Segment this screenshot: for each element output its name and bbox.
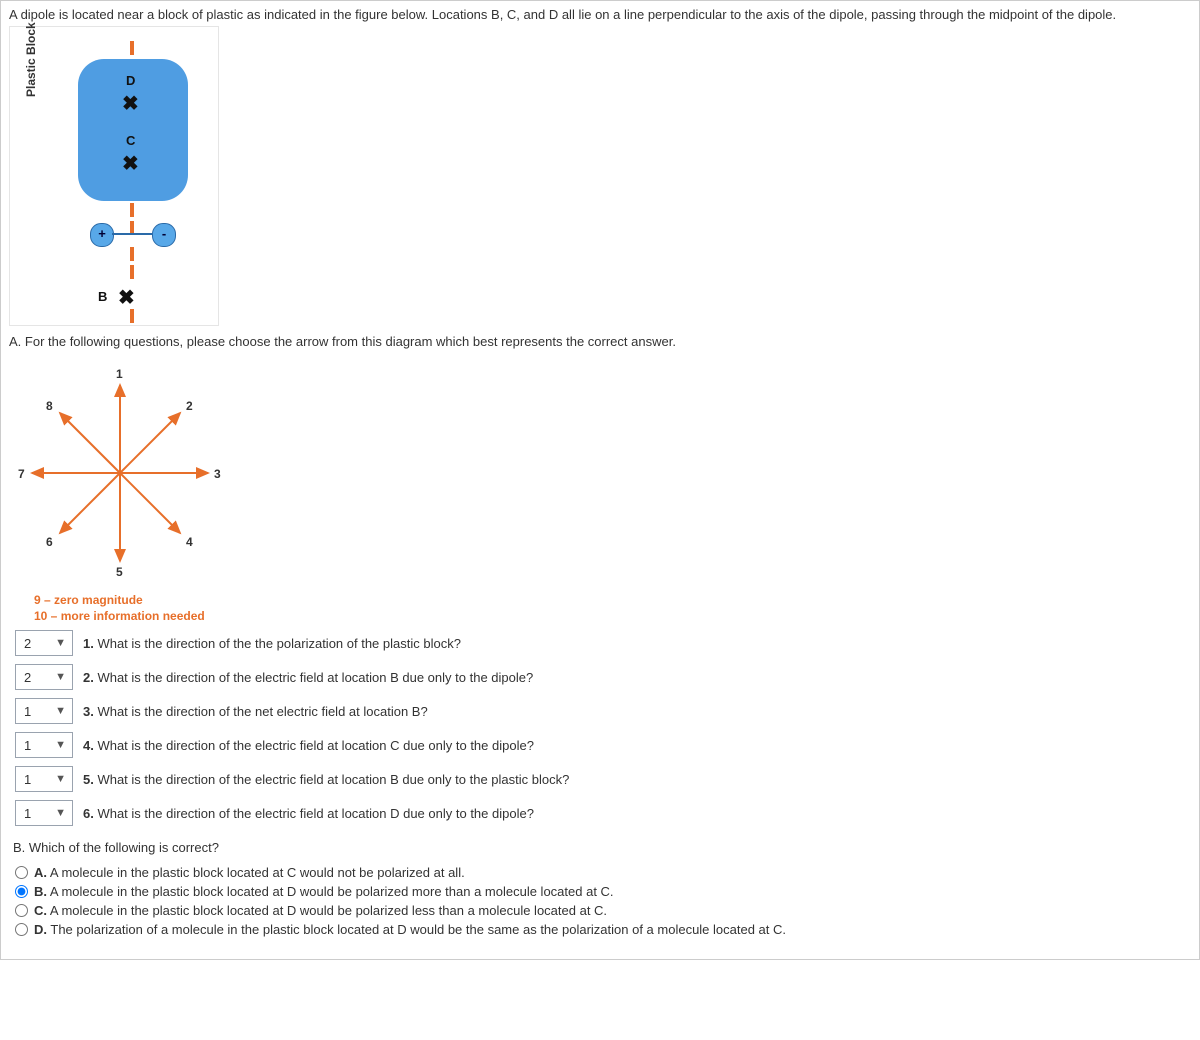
x-mark-c: ✖ — [122, 151, 139, 176]
label-b: B — [98, 289, 107, 304]
option-text: D. The polarization of a molecule in the… — [34, 922, 786, 937]
select-value: 2 — [24, 636, 31, 651]
option-b[interactable]: B. A molecule in the plastic block locat… — [15, 884, 1191, 899]
option-key: A. — [34, 865, 47, 880]
label-d: D — [126, 73, 135, 88]
question-text: 2. What is the direction of the electric… — [83, 670, 533, 685]
question-container: A dipole is located near a block of plas… — [0, 0, 1200, 960]
figure-dipole-block: Plastic Block D ✖ C ✖ + - B ✖ — [9, 26, 219, 326]
arrow-label-5: 5 — [116, 565, 123, 579]
question-body: What is the direction of the electric fi… — [94, 738, 534, 753]
option-key: C. — [34, 903, 47, 918]
select-value: 1 — [24, 704, 31, 719]
dash-segment — [130, 309, 134, 323]
question-body: What is the direction of the net electri… — [94, 704, 428, 719]
arrow-label-7: 7 — [18, 467, 25, 481]
legend-9: 9 – zero magnitude — [10, 593, 143, 607]
question-text: 1. What is the direction of the the pola… — [83, 636, 461, 651]
select-q6[interactable]: 1 ▼ — [15, 800, 73, 826]
question-text: 6. What is the direction of the electric… — [83, 806, 534, 821]
chevron-down-icon: ▼ — [55, 637, 66, 649]
select-q5[interactable]: 1 ▼ — [15, 766, 73, 792]
arrow-label-6: 6 — [46, 535, 53, 549]
question-row-2: 2 ▼ 2. What is the direction of the elec… — [15, 664, 1191, 690]
dipole-bar — [112, 233, 152, 235]
question-number: 6. — [83, 806, 94, 821]
arrow-label-2: 2 — [186, 399, 193, 413]
radio-a[interactable] — [15, 866, 28, 879]
dash-segment — [130, 247, 134, 261]
radio-b[interactable] — [15, 885, 28, 898]
arrow-label-4: 4 — [186, 535, 193, 549]
chevron-down-icon: ▼ — [55, 739, 66, 751]
option-key: D. — [34, 922, 47, 937]
select-value: 1 — [24, 772, 31, 787]
x-mark-d: ✖ — [122, 91, 139, 116]
question-row-4: 1 ▼ 4. What is the direction of the elec… — [15, 732, 1191, 758]
select-q1[interactable]: 2 ▼ — [15, 630, 73, 656]
option-body: The polarization of a molecule in the pl… — [47, 922, 786, 937]
question-text: 3. What is the direction of the net elec… — [83, 704, 428, 719]
question-number: 1. — [83, 636, 94, 651]
option-body: A molecule in the plastic block located … — [47, 903, 607, 918]
question-body: What is the direction of the electric fi… — [94, 772, 569, 787]
select-value: 1 — [24, 806, 31, 821]
question-number: 4. — [83, 738, 94, 753]
intro-text: A dipole is located near a block of plas… — [9, 7, 1191, 22]
option-d[interactable]: D. The polarization of a molecule in the… — [15, 922, 1191, 937]
option-text: C. A molecule in the plastic block locat… — [34, 903, 607, 918]
arrow-label-1: 1 — [116, 367, 123, 381]
dash-segment — [130, 265, 134, 279]
select-value: 1 — [24, 738, 31, 753]
question-body: What is the direction of the electric fi… — [94, 670, 533, 685]
question-number: 2. — [83, 670, 94, 685]
radio-c[interactable] — [15, 904, 28, 917]
select-value: 2 — [24, 670, 31, 685]
dash-segment — [130, 41, 134, 55]
question-row-1: 2 ▼ 1. What is the direction of the the … — [15, 630, 1191, 656]
question-body: What is the direction of the the polariz… — [94, 636, 461, 651]
select-q2[interactable]: 2 ▼ — [15, 664, 73, 690]
chevron-down-icon: ▼ — [55, 807, 66, 819]
question-number: 5. — [83, 772, 94, 787]
question-text: 5. What is the direction of the electric… — [83, 772, 569, 787]
arrow-label-3: 3 — [214, 467, 221, 481]
dash-segment — [130, 203, 134, 217]
chevron-down-icon: ▼ — [55, 671, 66, 683]
arrow-label-8: 8 — [46, 399, 53, 413]
section-b-prompt: B. Which of the following is correct? — [13, 840, 1191, 855]
x-mark-b: ✖ — [118, 285, 135, 310]
option-text: A. A molecule in the plastic block locat… — [34, 865, 465, 880]
question-row-6: 1 ▼ 6. What is the direction of the elec… — [15, 800, 1191, 826]
option-text: B. A molecule in the plastic block locat… — [34, 884, 614, 899]
figure-arrow-compass: 1 2 3 4 5 6 7 8 9 – zero magnitude 10 – … — [9, 362, 229, 622]
arrows-svg — [10, 363, 230, 583]
question-row-3: 1 ▼ 3. What is the direction of the net … — [15, 698, 1191, 724]
question-number: 3. — [83, 704, 94, 719]
option-body: A molecule in the plastic block located … — [47, 884, 614, 899]
legend-10: 10 – more information needed — [10, 609, 205, 623]
select-q3[interactable]: 1 ▼ — [15, 698, 73, 724]
question-body: What is the direction of the electric fi… — [94, 806, 534, 821]
question-row-5: 1 ▼ 5. What is the direction of the elec… — [15, 766, 1191, 792]
charge-plus: + — [90, 223, 114, 247]
select-q4[interactable]: 1 ▼ — [15, 732, 73, 758]
plastic-block-label: Plastic Block — [24, 22, 38, 97]
charge-minus: - — [152, 223, 176, 247]
label-c: C — [126, 133, 135, 148]
chevron-down-icon: ▼ — [55, 773, 66, 785]
option-a[interactable]: A. A molecule in the plastic block locat… — [15, 865, 1191, 880]
option-c[interactable]: C. A molecule in the plastic block locat… — [15, 903, 1191, 918]
option-key: B. — [34, 884, 47, 899]
option-body: A molecule in the plastic block located … — [47, 865, 465, 880]
chevron-down-icon: ▼ — [55, 705, 66, 717]
section-a-prompt: A. For the following questions, please c… — [9, 334, 1191, 349]
radio-d[interactable] — [15, 923, 28, 936]
question-text: 4. What is the direction of the electric… — [83, 738, 534, 753]
